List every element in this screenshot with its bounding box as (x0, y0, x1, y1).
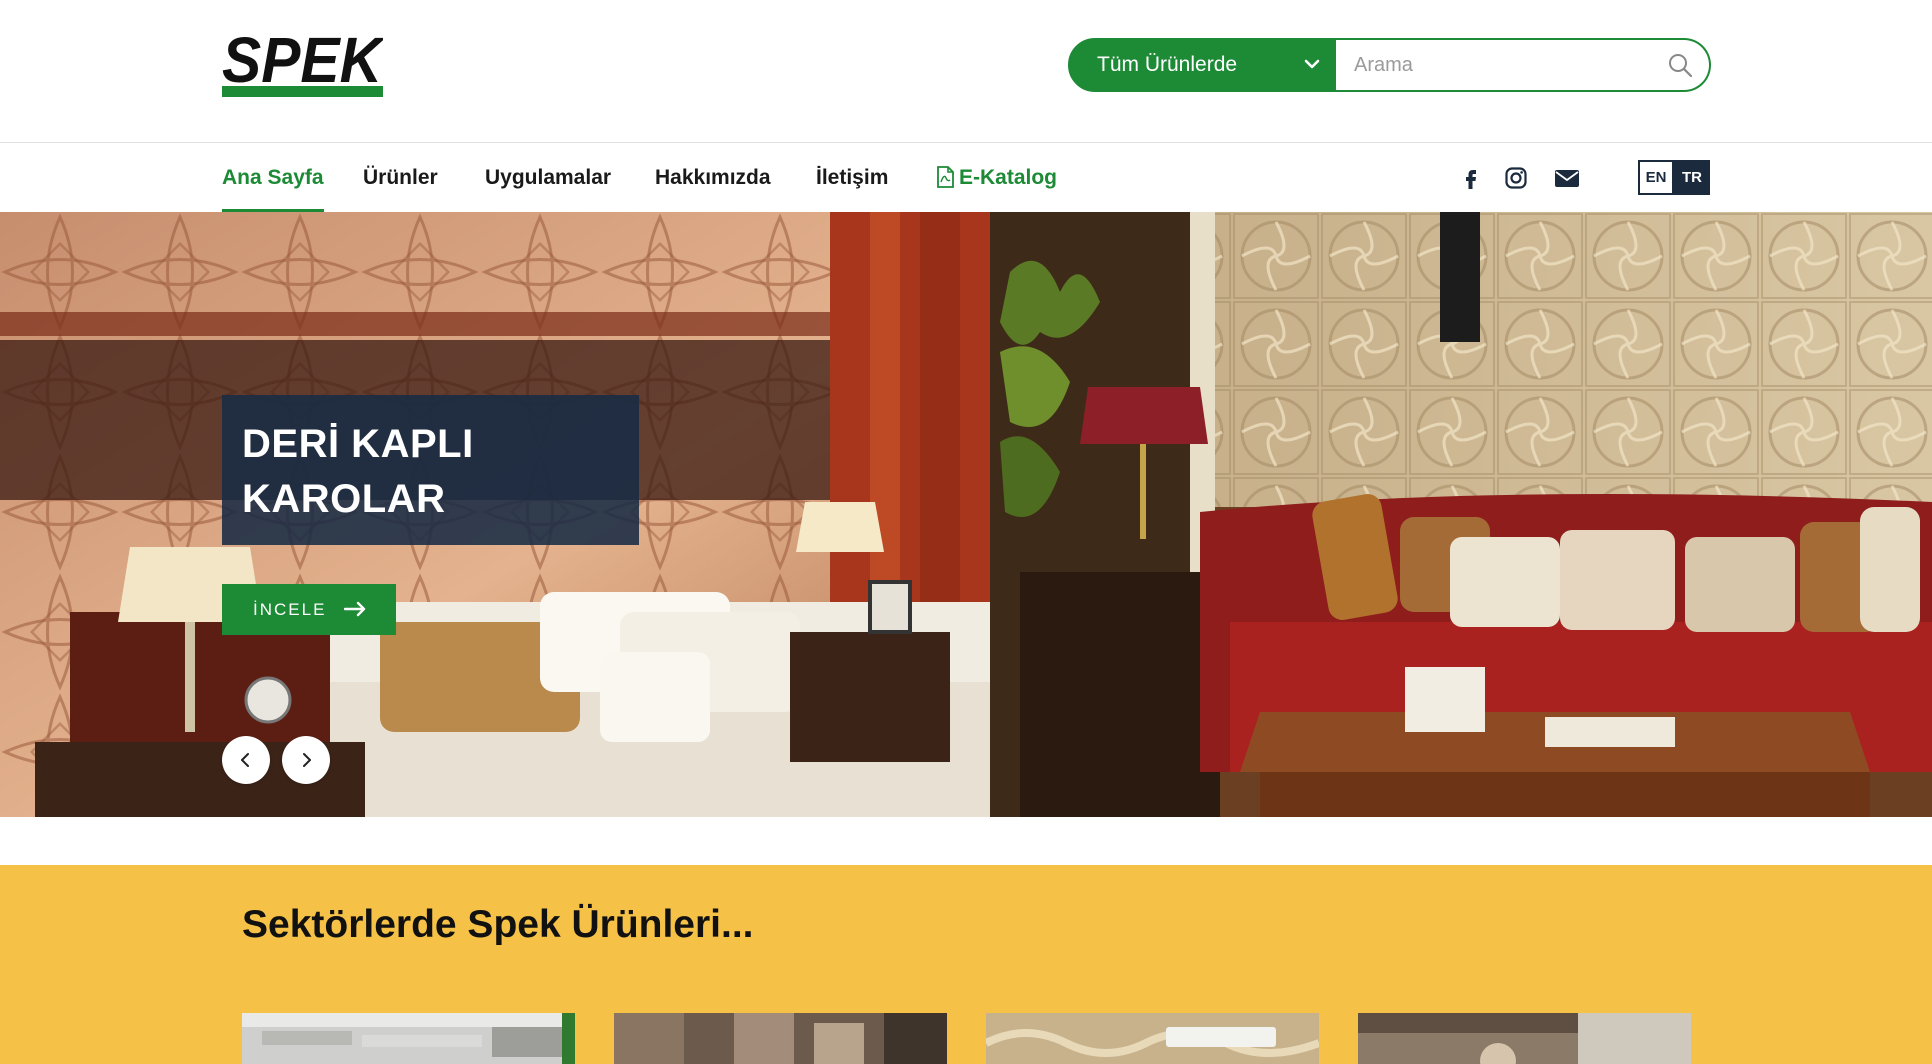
sector-card-3[interactable] (986, 1013, 1319, 1064)
sector-card-image (986, 1013, 1319, 1064)
slider-prev-button[interactable] (222, 736, 270, 784)
nav-item-ecatalog-label: E-Katalog (959, 166, 1058, 189)
facebook-icon[interactable] (1459, 166, 1483, 190)
hero-slider: DERİ KAPLI KAROLAR İNCELE (0, 212, 1932, 817)
nav-item-contact[interactable]: İletişim (816, 144, 888, 212)
arrow-right-icon (344, 601, 366, 617)
envelope-icon[interactable] (1554, 166, 1580, 190)
hero-title-line-1: DERİ KAPLI (242, 422, 474, 466)
search-bar: Tüm Ürünlerde (1068, 38, 1711, 92)
search-icon[interactable] (1667, 52, 1693, 78)
language-tr-button[interactable]: TR (1674, 160, 1710, 195)
nav-item-products[interactable]: Ürünler (363, 144, 438, 212)
site-header: SPEK Tüm Ürünlerde (0, 0, 1932, 143)
chevron-down-icon (1304, 59, 1320, 69)
pdf-file-icon (937, 166, 954, 188)
spek-logo[interactable]: SPEK (222, 30, 383, 98)
search-category-label: Tüm Ürünlerde (1097, 53, 1238, 76)
chevron-left-icon (241, 753, 249, 767)
hero-title-line-2: KAROLAR (242, 477, 446, 521)
nav-item-about[interactable]: Hakkımızda (655, 144, 771, 212)
sectors-heading: Sektörlerde Spek Ürünleri... (242, 903, 754, 946)
instagram-icon[interactable] (1504, 166, 1528, 190)
chevron-right-icon (303, 753, 311, 767)
nav-item-ecatalog[interactable]: E-Katalog (936, 144, 1057, 212)
language-en-button[interactable]: EN (1638, 160, 1674, 195)
hero-inspect-button[interactable]: İNCELE (222, 584, 396, 635)
hero-title: DERİ KAPLI KAROLAR (222, 395, 639, 545)
nav-item-applications[interactable]: Uygulamalar (485, 144, 611, 212)
sector-card-image (614, 1013, 947, 1064)
search-category-select[interactable]: Tüm Ürünlerde (1068, 38, 1336, 92)
sector-card-image (242, 1013, 575, 1064)
slider-next-button[interactable] (282, 736, 330, 784)
sector-card-image (1358, 1013, 1691, 1064)
nav-item-home[interactable]: Ana Sayfa (222, 144, 324, 212)
sector-card-1[interactable] (242, 1013, 575, 1064)
sector-card-4[interactable] (1358, 1013, 1691, 1064)
main-nav: Ana Sayfa Ürünler Uygulamalar Hakkımızda… (0, 144, 1932, 212)
search-input[interactable] (1335, 38, 1711, 92)
hero-inspect-label: İNCELE (253, 600, 327, 619)
sectors-section: Sektörlerde Spek Ürünleri... (0, 865, 1932, 1064)
sector-card-2[interactable] (614, 1013, 947, 1064)
